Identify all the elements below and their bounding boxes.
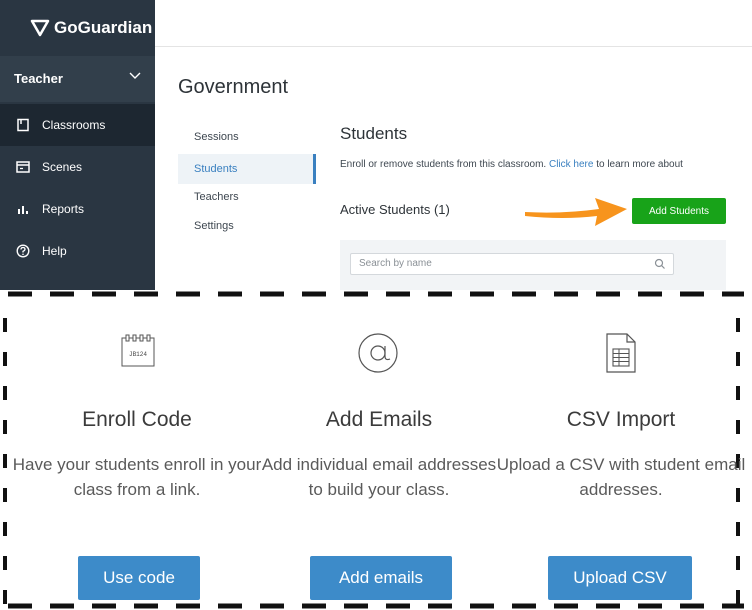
reports-icon bbox=[18, 206, 28, 214]
enrollment-options-callout: JB124 Enroll Code Have your students enr… bbox=[0, 290, 752, 610]
students-description: Enroll or remove students from this clas… bbox=[340, 159, 683, 170]
description-text-end: to learn more about bbox=[593, 159, 683, 170]
students-heading: Students bbox=[340, 124, 408, 143]
tab-label: Students bbox=[194, 163, 238, 175]
learn-more-link[interactable]: Click here bbox=[549, 159, 593, 170]
search-icon bbox=[654, 258, 665, 269]
search-input[interactable]: Search by name bbox=[350, 253, 674, 275]
enroll-code-icon-text: JB124 bbox=[129, 351, 147, 358]
sidebar-item-label: Classrooms bbox=[42, 118, 106, 132]
option-description: Upload a CSV with student email addresse… bbox=[496, 455, 746, 499]
tab-label: Settings bbox=[194, 220, 234, 232]
tab-label: Sessions bbox=[194, 131, 239, 143]
at-sign-icon bbox=[358, 333, 398, 373]
sidebar-item-scenes[interactable]: Scenes bbox=[0, 146, 155, 188]
sidebar-item-label: Scenes bbox=[42, 160, 83, 174]
sidebar: GoGuardian Teacher Classrooms Scenes Rep… bbox=[0, 0, 155, 290]
tab-sessions[interactable]: Sessions bbox=[178, 122, 316, 152]
help-icon bbox=[16, 244, 30, 258]
sidebar-item-label: Reports bbox=[42, 202, 85, 216]
chevron-down-icon bbox=[129, 72, 141, 79]
logo[interactable]: GoGuardian bbox=[30, 18, 152, 38]
option-description: Add individual email addresses to build … bbox=[261, 455, 497, 499]
top-bar bbox=[155, 0, 752, 47]
sidebar-item-reports[interactable]: Reports bbox=[0, 188, 155, 230]
tab-students[interactable]: Students bbox=[178, 154, 316, 184]
option-description: Have your students enroll in your class … bbox=[12, 455, 262, 499]
tab-settings[interactable]: Settings bbox=[178, 214, 316, 236]
arrow-icon bbox=[525, 198, 627, 226]
sidebar-item-classrooms[interactable]: Classrooms bbox=[0, 104, 155, 146]
option-title: Add Emails bbox=[325, 408, 433, 431]
sidebar-item-help[interactable]: Help bbox=[0, 230, 155, 272]
active-students-label: Active Students (1) bbox=[340, 202, 450, 217]
role-selector[interactable]: Teacher bbox=[0, 56, 155, 102]
add-emails-button[interactable]: Add emails bbox=[310, 556, 452, 600]
scenes-icon bbox=[16, 161, 30, 173]
logo-text: GoGuardian bbox=[54, 18, 153, 37]
role-label: Teacher bbox=[14, 71, 63, 86]
sidebar-item-label: Help bbox=[42, 244, 67, 258]
add-students-button[interactable]: Add Students bbox=[632, 198, 726, 224]
tab-teachers[interactable]: Teachers bbox=[178, 186, 316, 208]
page-title: Government bbox=[178, 76, 289, 98]
tab-label: Teachers bbox=[194, 191, 239, 203]
option-title: Enroll Code bbox=[82, 408, 192, 431]
enroll-code-icon: JB124 bbox=[121, 334, 155, 367]
classroom-icon bbox=[17, 118, 29, 132]
upload-csv-button[interactable]: Upload CSV bbox=[548, 556, 692, 600]
goguardian-shield-icon bbox=[30, 19, 50, 37]
description-text: Enroll or remove students from this clas… bbox=[340, 159, 549, 170]
option-title: CSV Import bbox=[566, 408, 676, 431]
use-code-button[interactable]: Use code bbox=[78, 556, 200, 600]
csv-file-icon bbox=[606, 333, 636, 373]
